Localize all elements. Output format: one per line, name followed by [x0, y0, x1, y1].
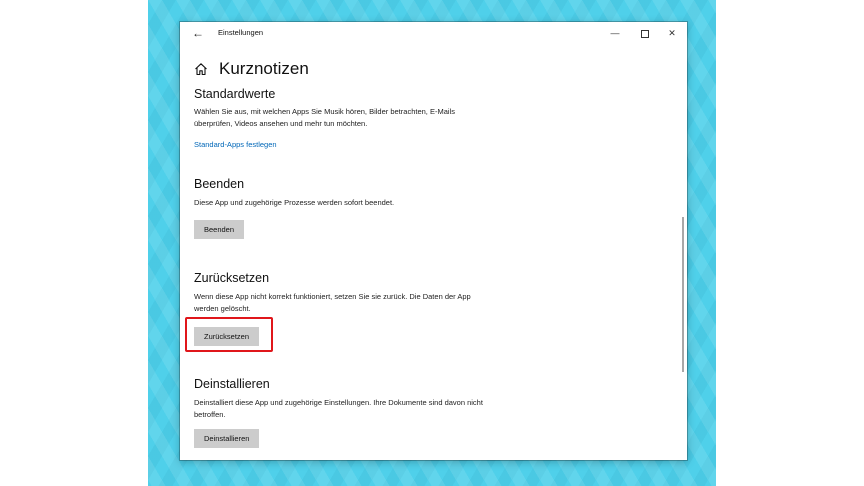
vertical-scrollbar[interactable] [682, 217, 684, 372]
page-heading: Kurznotizen [194, 58, 309, 80]
home-icon [195, 63, 207, 76]
section-title-beenden: Beenden [194, 177, 245, 191]
minimize-button[interactable]: — [600, 22, 630, 44]
section-title-deinstallieren: Deinstallieren [194, 377, 270, 391]
reset-highlight-frame [185, 317, 273, 352]
maximize-icon [641, 29, 649, 38]
title-bar: ← Einstellungen — ✕ [180, 22, 687, 44]
settings-window: ← Einstellungen — ✕ Kurznotizen Standard… [180, 22, 687, 460]
close-button[interactable]: ✕ [657, 22, 687, 44]
section-description-beenden: Diese App und zugehörige Prozesse werden… [194, 198, 395, 207]
terminate-button[interactable]: Beenden [194, 220, 245, 239]
section-description-deinstallieren: Deinstalliert diese App und zugehörige E… [194, 398, 483, 419]
section-title-zuruecksetzen: Zurücksetzen [194, 271, 270, 285]
section-description-standardwerte: Wählen Sie aus, mit welchen Apps Sie Mus… [194, 107, 455, 128]
standard-apps-link[interactable]: Standard-Apps festlegen [194, 140, 277, 149]
maximize-button[interactable] [630, 22, 660, 44]
uninstall-button[interactable]: Deinstallieren [194, 429, 260, 448]
window-title: Einstellungen [218, 28, 264, 37]
page-title: Kurznotizen [219, 59, 309, 78]
section-description-zuruecksetzen: Wenn diese App nicht korrekt funktionier… [194, 292, 471, 313]
back-arrow-icon[interactable]: ← [186, 24, 210, 42]
section-title-standardwerte: Standardwerte [194, 87, 276, 101]
